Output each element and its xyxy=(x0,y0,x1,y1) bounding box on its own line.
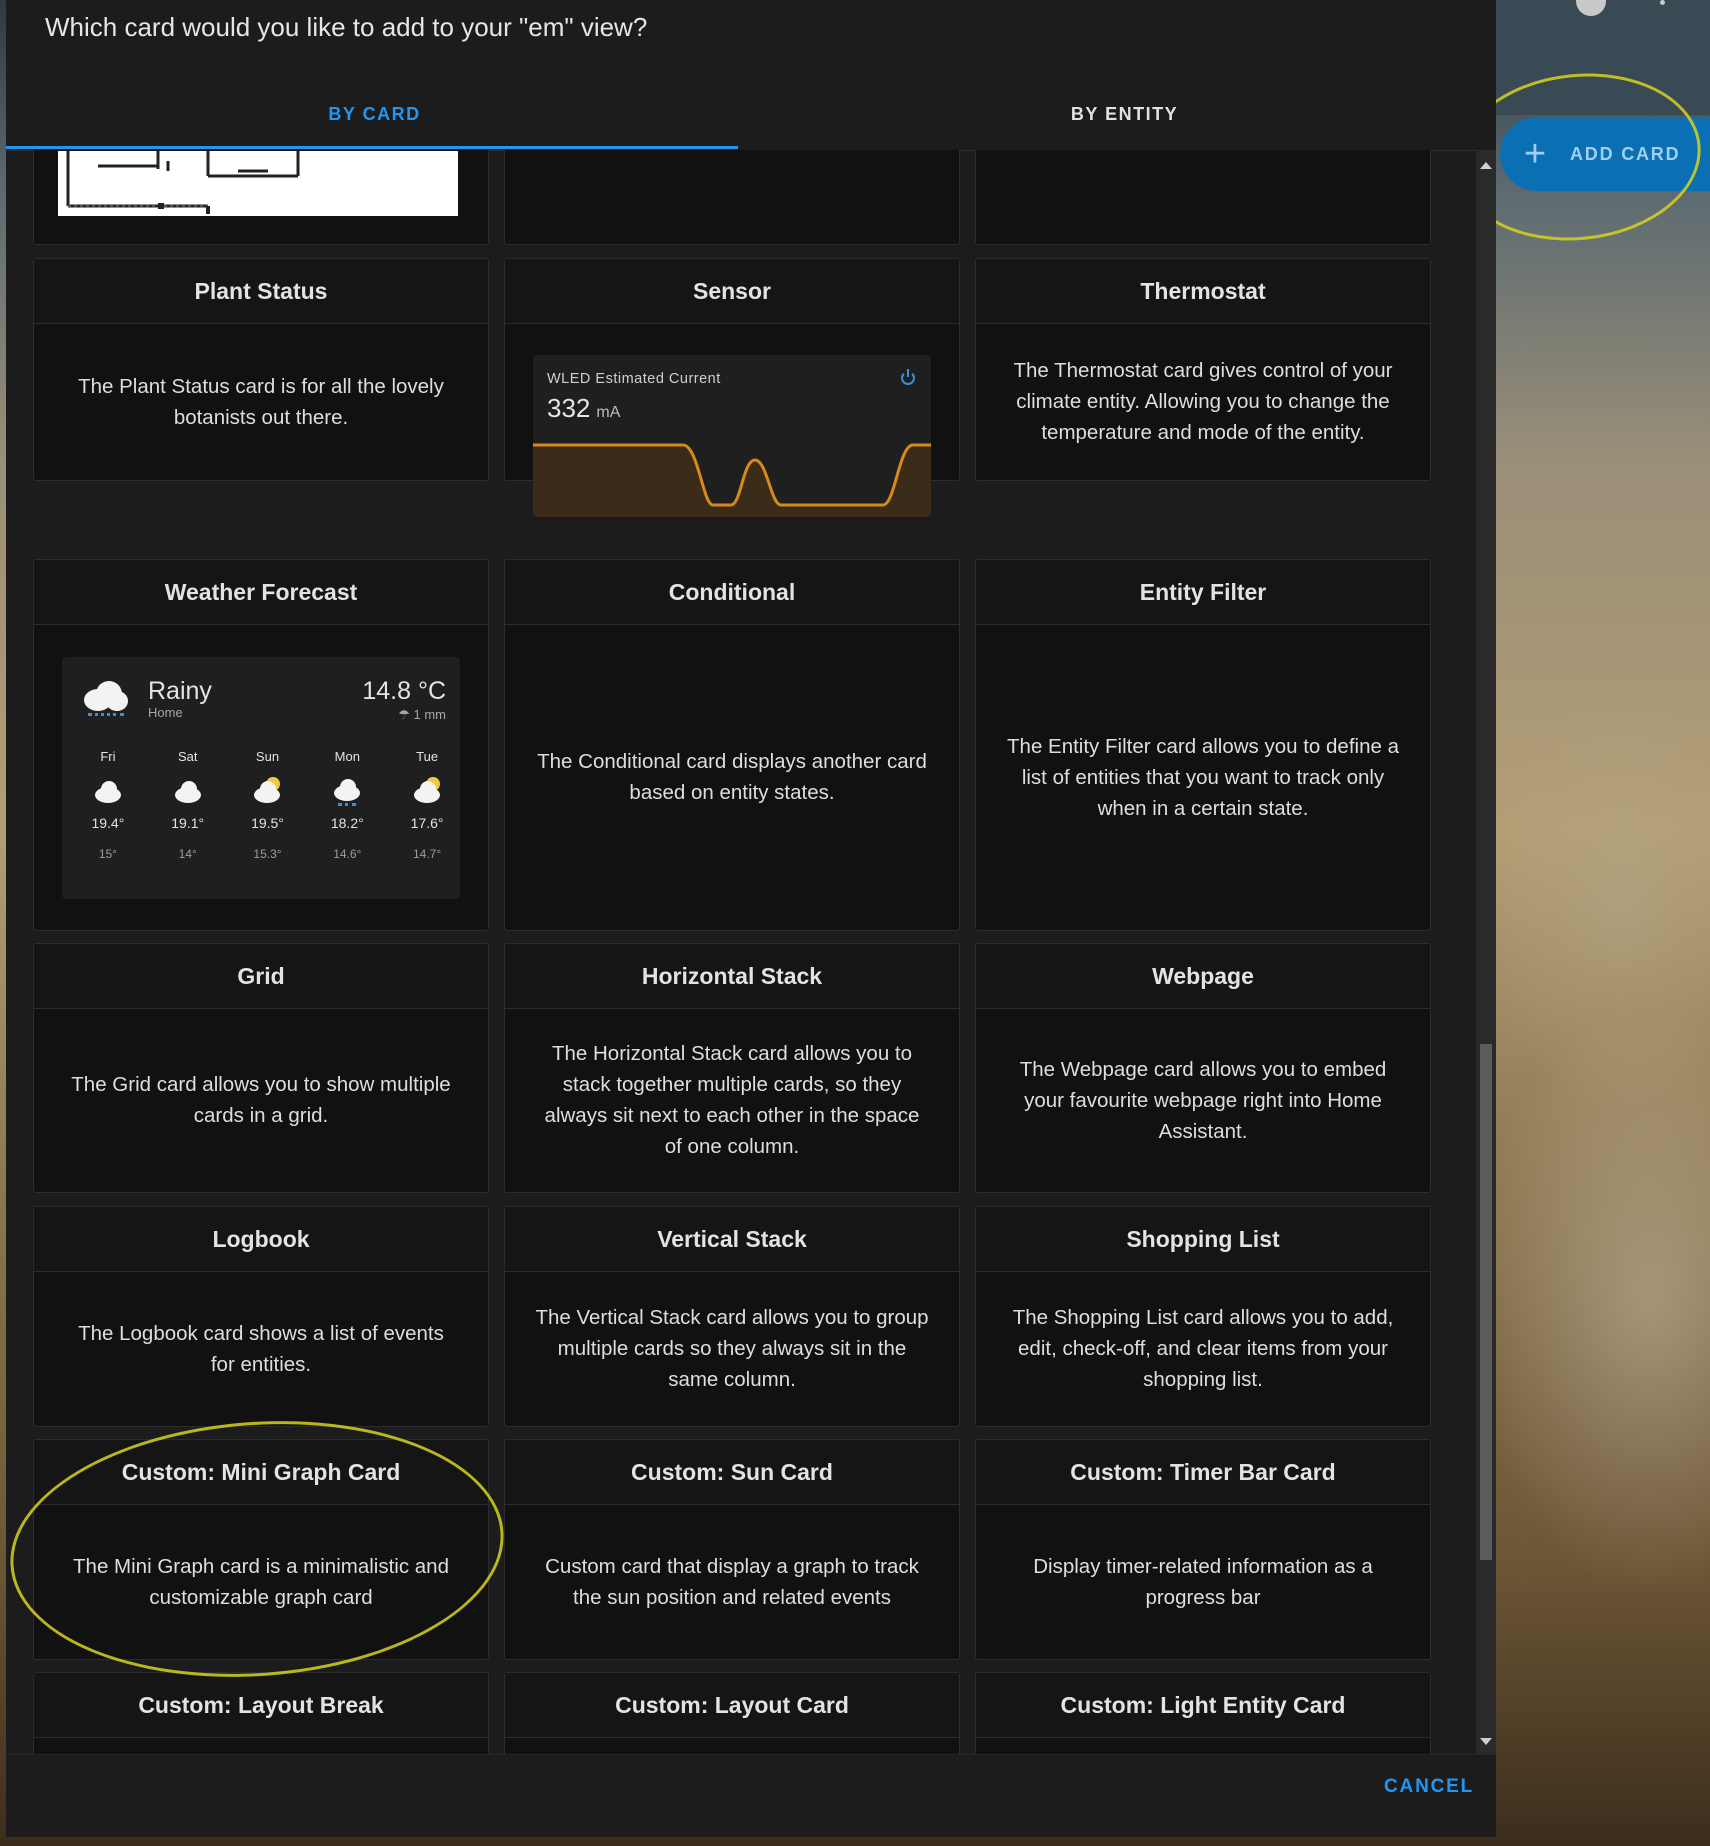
card-description: The Logbook card shows a list of events … xyxy=(78,1321,444,1376)
weather-temperature: 14.8 °C xyxy=(362,677,446,705)
card-description: The Thermostat card gives control of you… xyxy=(1013,359,1393,444)
card-title: Plant Status xyxy=(34,259,488,324)
card-picker-item[interactable]: Entity Filter The Entity Filter card all… xyxy=(975,559,1431,931)
card-picker-item[interactable] xyxy=(975,150,1431,245)
card-title: Custom: Sun Card xyxy=(505,1440,959,1505)
card-title: Vertical Stack xyxy=(505,1207,959,1272)
card-picker-item[interactable]: Custom: Light Entity Card xyxy=(975,1672,1431,1754)
card-picker-item[interactable]: Horizontal Stack The Horizontal Stack ca… xyxy=(504,943,960,1193)
rainy-icon xyxy=(80,679,130,716)
card-picker-item[interactable]: Custom: Mini Graph Card The Mini Graph c… xyxy=(33,1439,489,1660)
add-card-label: ADD CARD xyxy=(1570,143,1681,164)
card-title: Custom: Layout Break xyxy=(34,1673,488,1738)
scrollbar-thumb[interactable] xyxy=(1480,1044,1492,1560)
card-description: The Horizontal Stack card allows you to … xyxy=(544,1042,920,1158)
card-picker-item[interactable]: Webpage The Webpage card allows you to e… xyxy=(975,943,1431,1193)
card-picker-item[interactable] xyxy=(504,150,960,245)
card-description: The Conditional card displays another ca… xyxy=(537,750,927,804)
card-description: The Entity Filter card allows you to def… xyxy=(1007,734,1399,820)
picture-elements-preview xyxy=(58,151,458,216)
card-description: Custom card that display a graph to trac… xyxy=(545,1554,919,1609)
card-picker-item[interactable]: Sensor WLED Estimated Current 332 mA xyxy=(504,258,960,517)
card-picker-item[interactable]: Thermostat The Thermostat card gives con… xyxy=(975,258,1431,481)
card-title: Custom: Light Entity Card xyxy=(976,1673,1430,1738)
card-description: The Grid card allows you to show multipl… xyxy=(71,1073,451,1127)
card-description: The Plant Status card is for all the lov… xyxy=(78,374,444,429)
forecast-day: Fri 19.4° 15° xyxy=(91,749,125,861)
weather-location: Home xyxy=(148,705,183,720)
more-options-icon[interactable] xyxy=(1656,0,1668,16)
card-picker-item[interactable]: Vertical Stack The Vertical Stack card a… xyxy=(504,1206,960,1427)
forecast-day: Tue 17.6° 14.7° xyxy=(410,749,444,861)
card-picker-item[interactable]: Custom: Layout Card xyxy=(504,1672,960,1754)
dialog-actions: CANCEL xyxy=(6,1754,1496,1837)
forecast-day: Sun 19.5° 15.3° xyxy=(251,749,284,861)
card-title: Custom: Timer Bar Card xyxy=(976,1440,1430,1505)
scroll-down-arrow-icon[interactable] xyxy=(1480,1738,1492,1745)
toolbar-background xyxy=(1496,0,1710,115)
precipitation-icon: ☂ xyxy=(398,707,414,722)
partly-cloudy-icon xyxy=(412,777,442,807)
weather-preview: Rainy Home 14.8 °C ☂ 1 mm Fri 19.4° 15° … xyxy=(62,657,460,899)
card-description: The Shopping List card allows you to add… xyxy=(1012,1306,1394,1391)
card-title: Custom: Mini Graph Card xyxy=(34,1440,488,1505)
card-title: Custom: Layout Card xyxy=(505,1673,959,1738)
tab-by-card[interactable]: BY CARD xyxy=(6,80,743,148)
card-title: Shopping List xyxy=(976,1207,1430,1272)
card-description: The Mini Graph card is a minimalistic an… xyxy=(73,1554,449,1609)
card-description: The Webpage card allows you to embed you… xyxy=(1019,1057,1387,1143)
card-title: Horizontal Stack xyxy=(505,944,959,1009)
sensor-preview: WLED Estimated Current 332 mA xyxy=(533,355,931,517)
card-title: Logbook xyxy=(34,1207,488,1272)
card-picker-item[interactable]: Custom: Timer Bar Card Display timer-rel… xyxy=(975,1439,1431,1660)
card-description: The Vertical Stack card allows you to gr… xyxy=(535,1306,929,1391)
floorplan-image xyxy=(58,151,458,216)
card-picker-item[interactable]: Conditional The Conditional card display… xyxy=(504,559,960,931)
card-picker-item[interactable] xyxy=(33,150,489,245)
card-picker-item[interactable]: Shopping List The Shopping List card all… xyxy=(975,1206,1431,1427)
card-list[interactable]: Plant Status The Plant Status card is fo… xyxy=(6,150,1476,1754)
card-title: Sensor xyxy=(505,259,959,324)
card-picker-item[interactable]: Custom: Layout Break xyxy=(33,1672,489,1754)
tab-indicator xyxy=(6,146,738,149)
cloudy-icon xyxy=(93,777,123,807)
forecast-day: Mon 18.2° 14.6° xyxy=(330,749,364,861)
partly-cloudy-icon xyxy=(252,777,282,807)
scroll-up-arrow-icon[interactable] xyxy=(1480,162,1492,169)
card-picker-item[interactable]: Plant Status The Plant Status card is fo… xyxy=(33,258,489,481)
card-title: Webpage xyxy=(976,944,1430,1009)
card-title: Grid xyxy=(34,944,488,1009)
rainy-icon xyxy=(332,777,362,807)
forecast-row: Fri 19.4° 15° Sat 19.1° 14° Sun 19.5° 15… xyxy=(62,749,460,861)
weather-condition: Rainy xyxy=(148,677,212,705)
add-card-dialog: Which card would you like to add to your… xyxy=(6,0,1496,1837)
tab-bar: BY CARD BY ENTITY xyxy=(6,80,1496,151)
weather-precipitation: ☂ 1 mm xyxy=(398,707,446,722)
card-title: Weather Forecast xyxy=(34,560,488,625)
forecast-day: Sat 19.1° 14° xyxy=(171,749,205,861)
card-picker-item[interactable]: Custom: Sun Card Custom card that displa… xyxy=(504,1439,960,1660)
card-picker-item[interactable]: Grid The Grid card allows you to show mu… xyxy=(33,943,489,1193)
add-card-button[interactable]: + ADD CARD xyxy=(1500,117,1710,191)
card-picker-item[interactable]: Logbook The Logbook card shows a list of… xyxy=(33,1206,489,1427)
card-title: Thermostat xyxy=(976,259,1430,324)
dialog-title: Which card would you like to add to your… xyxy=(45,12,648,42)
cloudy-icon xyxy=(173,777,203,807)
cancel-button[interactable]: CANCEL xyxy=(1384,1776,1474,1798)
card-title: Entity Filter xyxy=(976,560,1430,625)
card-description: Display timer-related information as a p… xyxy=(1033,1554,1373,1609)
card-picker-item[interactable]: Weather Forecast Rainy Home 14.8 °C ☂ 1 … xyxy=(33,559,489,931)
card-title: Conditional xyxy=(505,560,959,625)
tab-by-entity[interactable]: BY ENTITY xyxy=(756,80,1493,148)
plus-icon: + xyxy=(1523,133,1547,175)
sensor-graph xyxy=(533,443,931,517)
